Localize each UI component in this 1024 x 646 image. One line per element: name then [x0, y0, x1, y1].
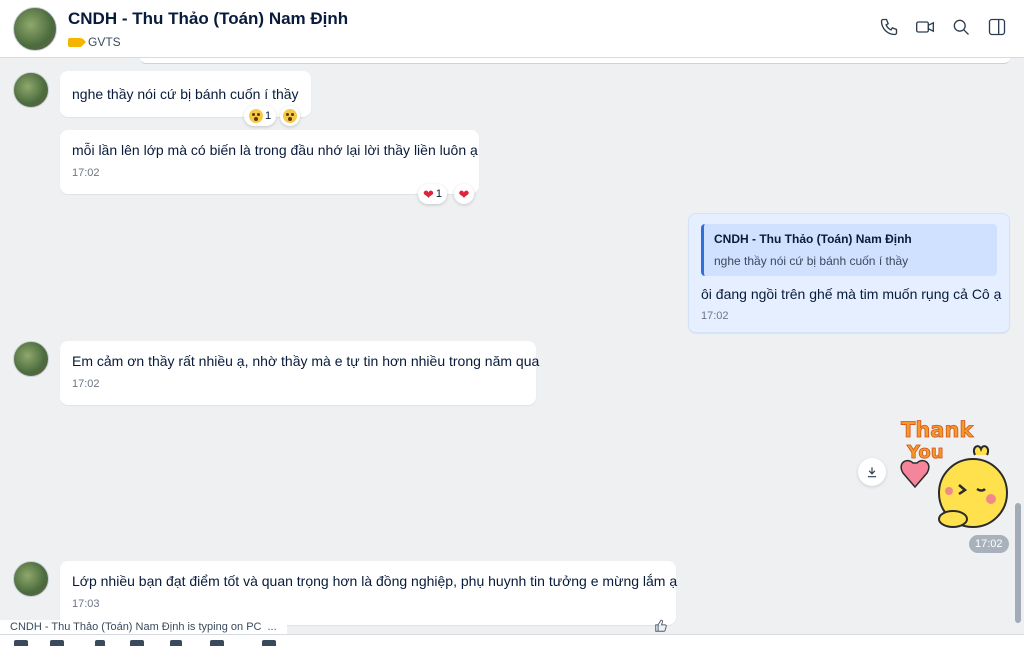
sticker-caption-line-2: You [906, 442, 944, 463]
sticker-icon[interactable] [14, 640, 28, 646]
quoted-text: nghe thầy nói cứ bị bánh cuốn í thầy [714, 254, 909, 268]
attachment-icon[interactable] [95, 640, 105, 646]
message-text: mỗi lần lên lớp mà có biến là trong đầu … [72, 142, 478, 158]
header-actions [878, 16, 1008, 38]
message-text: nghe thầy nói cứ bị bánh cuốn í thầy [72, 86, 299, 102]
message-bubble[interactable]: mỗi lần lên lớp mà có biến là trong đầu … [60, 130, 479, 194]
voice-call-button[interactable] [878, 16, 900, 38]
search-icon [953, 19, 969, 35]
astonished-face-icon [283, 109, 297, 123]
message-time: 17:02 [72, 378, 100, 390]
more-icon[interactable] [262, 640, 276, 646]
conversation-info-button[interactable] [986, 16, 1008, 38]
reaction-summary[interactable]: ❤ 1 [418, 184, 448, 204]
message-text: Em cảm ơn thầy rất nhiều ạ, nhờ thầy mà … [72, 353, 540, 369]
format-text-icon[interactable] [210, 640, 224, 646]
message-bubble[interactable]: Em cảm ơn thầy rất nhiều ạ, nhờ thầy mà … [60, 341, 540, 405]
message-time: 17:02 [72, 167, 100, 179]
thumbs-up-icon [655, 619, 667, 632]
typing-indicator-text: CNDH - Thu Thảo (Toán) Nam Định is typin… [10, 621, 262, 633]
quick-react-button[interactable] [652, 617, 670, 635]
message-text: ôi đang ngồi trên ghế mà tim muốn rụng c… [701, 286, 1002, 302]
chat-header: CNDH - Thu Thảo (Toán) Nam Định GVTS [0, 0, 1024, 58]
add-reaction-button[interactable] [280, 106, 300, 126]
contact-avatar[interactable] [13, 7, 57, 51]
chat-scrollbar[interactable] [1015, 503, 1021, 623]
thank-you-sticker[interactable]: Thank You [893, 415, 1013, 533]
contact-name[interactable]: CNDH - Thu Thảo (Toán) Nam Định [68, 9, 348, 29]
download-button[interactable] [858, 458, 886, 486]
previous-message-edge [140, 58, 1010, 64]
message-time: 17:02 [701, 310, 729, 322]
sender-avatar[interactable] [13, 341, 49, 377]
message-bubble[interactable]: Lớp nhiều bạn đạt điểm tốt và quan trọng… [60, 561, 678, 625]
red-heart-icon: ❤ [458, 186, 470, 202]
reaction-count: 1 [435, 188, 443, 200]
quoted-sender: CNDH - Thu Thảo (Toán) Nam Định [714, 232, 912, 246]
business-card-icon[interactable] [170, 640, 182, 646]
screenshot-icon[interactable] [130, 640, 144, 646]
sticker-time: 17:02 [969, 535, 1009, 553]
sidebar-toggle-icon [988, 18, 1006, 36]
message-time: 17:03 [72, 598, 100, 610]
typing-dots: ... [267, 621, 277, 633]
sender-avatar[interactable] [13, 561, 49, 597]
video-call-icon [916, 21, 934, 33]
contact-tag[interactable]: GVTS [68, 35, 121, 49]
contact-tag-label: GVTS [88, 35, 121, 49]
add-reaction-button[interactable]: ❤ [454, 184, 474, 204]
typing-indicator: CNDH - Thu Thảo (Toán) Nam Định is typin… [0, 620, 287, 634]
download-icon [867, 467, 877, 478]
message-list[interactable]: nghe thầy nói cứ bị bánh cuốn í thầy 1 m… [0, 58, 1024, 632]
my-message-bubble[interactable]: CNDH - Thu Thảo (Toán) Nam Định nghe thầ… [688, 213, 1010, 333]
search-button[interactable] [950, 16, 972, 38]
image-icon[interactable] [50, 640, 64, 646]
sticker-caption-line-1: Thank [901, 418, 974, 442]
composer-toolbar [0, 634, 1024, 646]
red-heart-icon: ❤ [423, 186, 434, 202]
message-text: Lớp nhiều bạn đạt điểm tốt và quan trọng… [72, 573, 678, 589]
video-call-button[interactable] [914, 16, 936, 38]
astonished-face-icon [249, 109, 263, 123]
label-tag-icon [68, 37, 86, 47]
reaction-count: 1 [265, 110, 272, 122]
phone-icon [880, 18, 898, 36]
reaction-summary[interactable]: 1 [244, 106, 277, 126]
quoted-message[interactable]: CNDH - Thu Thảo (Toán) Nam Định nghe thầ… [701, 224, 997, 276]
sender-avatar[interactable] [13, 72, 49, 108]
